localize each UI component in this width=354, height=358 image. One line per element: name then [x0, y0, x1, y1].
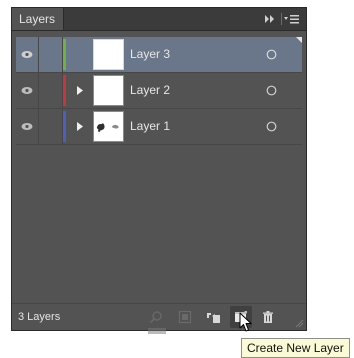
mouse-cursor-icon	[239, 312, 252, 332]
panel-menu-icon[interactable]	[284, 13, 300, 25]
expand-arrow-icon[interactable]	[76, 86, 84, 95]
layer-thumbnail	[93, 75, 124, 106]
visibility-eye-icon[interactable]	[16, 73, 39, 108]
delete-icon[interactable]	[261, 310, 275, 324]
layer-color-bar	[63, 75, 66, 106]
target-circle-icon[interactable]	[266, 85, 277, 96]
layer-thumbnail	[93, 39, 124, 70]
layer-count: 3 Layers	[18, 311, 61, 323]
layer-row[interactable]: Layer 2	[16, 73, 302, 109]
target-circle-icon[interactable]	[266, 121, 277, 132]
layer-color-bar	[63, 39, 66, 70]
lock-toggle[interactable]	[39, 37, 63, 72]
create-new-sublayer-icon[interactable]	[206, 310, 220, 324]
resize-grip-icon[interactable]	[295, 319, 304, 328]
lock-toggle[interactable]	[39, 73, 63, 108]
layer-color-bar	[63, 111, 66, 142]
make-clipping-mask-icon[interactable]	[178, 310, 192, 324]
tooltip: Create New Layer	[241, 338, 350, 358]
layer-row[interactable]: Layer 3	[16, 37, 302, 73]
target-circle-icon[interactable]	[266, 49, 277, 60]
panel-tab-bar: Layers	[12, 8, 306, 31]
visibility-eye-icon[interactable]	[16, 109, 39, 144]
layer-row[interactable]: Layer 1	[16, 109, 302, 145]
tab-layers[interactable]: Layers	[12, 8, 64, 30]
double-chevron-right-icon[interactable]	[264, 13, 276, 25]
layer-thumbnail	[93, 111, 124, 142]
panel-footer: 3 Layers	[12, 303, 306, 334]
layer-list: Layer 3 Layer 2 Layer 1	[16, 37, 302, 302]
tabbar-divider	[281, 13, 282, 25]
scroll-grip-icon[interactable]	[147, 328, 167, 334]
layer-name[interactable]: Layer 1	[130, 109, 170, 144]
layer-name[interactable]: Layer 3	[130, 37, 170, 72]
visibility-eye-icon[interactable]	[16, 37, 39, 72]
lock-toggle[interactable]	[39, 109, 63, 144]
layers-panel: Layers Layer 3 Layer 2 Layer 1 3 Layers	[11, 7, 307, 334]
locate-object-icon[interactable]	[149, 310, 163, 324]
expand-arrow-icon[interactable]	[76, 122, 84, 131]
layer-name[interactable]: Layer 2	[130, 73, 170, 108]
selection-corner-icon	[296, 37, 302, 43]
